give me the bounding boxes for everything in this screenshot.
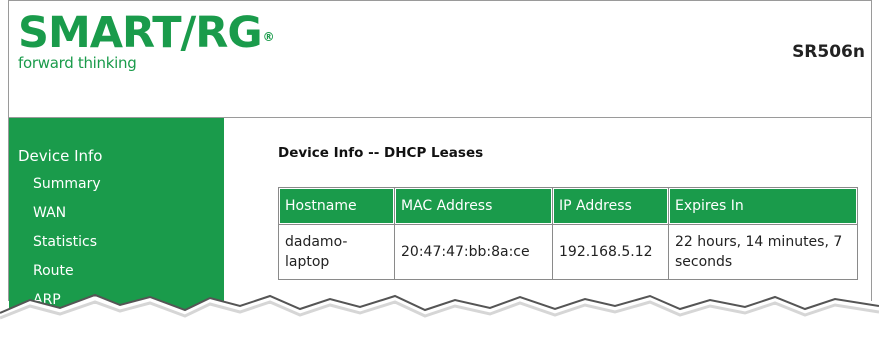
torn-edge-effect <box>0 293 879 337</box>
